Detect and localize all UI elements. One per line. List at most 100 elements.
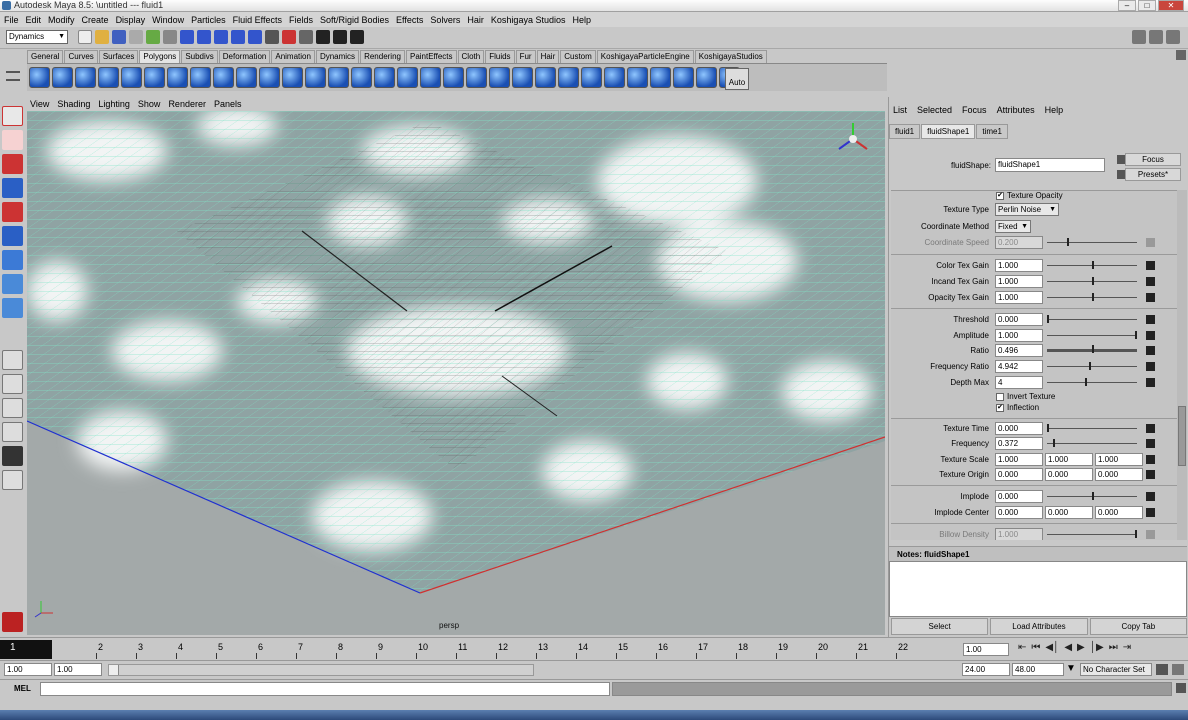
shelf-tool-icon[interactable]: [673, 67, 694, 88]
hypergraph-layout-icon[interactable]: [2, 470, 23, 490]
select-hierarchy-icon[interactable]: [129, 30, 143, 44]
hypershade-icon[interactable]: [350, 30, 364, 44]
maximize-button[interactable]: □: [1138, 0, 1156, 11]
incand-tex-gain-slider[interactable]: [1047, 277, 1137, 285]
shelf-tab-surfaces[interactable]: Surfaces: [98, 50, 139, 63]
channel-box-toggle-icon[interactable]: [1166, 30, 1180, 44]
slider-knob[interactable]: [1047, 424, 1049, 432]
texture-origin-z-field[interactable]: 0.000: [1095, 468, 1143, 481]
incand-tex-gain-field[interactable]: 1.000: [995, 275, 1043, 288]
shelf-menu-icon[interactable]: [6, 71, 20, 73]
shelf-auto-button[interactable]: Auto: [725, 68, 749, 90]
texture-scale-z-field[interactable]: 1.000: [1095, 453, 1143, 466]
chevron-down-icon[interactable]: ▼: [1066, 663, 1076, 674]
animation-preferences-icon[interactable]: [1172, 664, 1184, 675]
render-icon[interactable]: [282, 30, 296, 44]
shelf-tool-icon[interactable]: [236, 67, 257, 88]
play-backwards-icon[interactable]: ◀: [1064, 642, 1072, 653]
slider-knob[interactable]: [1067, 238, 1069, 246]
menu-fluid-effects[interactable]: Fluid Effects: [232, 15, 288, 25]
implode-center-x-field[interactable]: 0.000: [995, 506, 1043, 519]
snap-curve-icon[interactable]: [197, 30, 211, 44]
shelf-tool-icon[interactable]: [627, 67, 648, 88]
menu-display[interactable]: Display: [115, 15, 152, 25]
play-forwards-icon[interactable]: ▶: [1077, 642, 1085, 653]
tool-settings-toggle-icon[interactable]: [1149, 30, 1163, 44]
inflection-checkbox[interactable]: ✔ Inflection: [996, 403, 1039, 415]
map-button-icon[interactable]: [1146, 277, 1155, 286]
map-button-icon[interactable]: [1146, 261, 1155, 270]
texture-scale-y-field[interactable]: 1.000: [1045, 453, 1093, 466]
playback-end-field[interactable]: 24.00: [962, 663, 1010, 676]
shelf-tool-icon[interactable]: [121, 67, 142, 88]
shelf-tool-icon[interactable]: [489, 67, 510, 88]
open-scene-icon[interactable]: [95, 30, 109, 44]
shelf-tool-icon[interactable]: [443, 67, 464, 88]
viewport-menu-renderer[interactable]: Renderer: [165, 99, 211, 109]
map-button-icon[interactable]: [1146, 530, 1155, 539]
presets-button[interactable]: Presets*: [1125, 168, 1181, 181]
shelf-tool-icon[interactable]: [374, 67, 395, 88]
billow-density-slider[interactable]: [1047, 530, 1137, 538]
select-button[interactable]: Select: [891, 618, 989, 635]
current-frame-marker[interactable]: 1: [0, 640, 52, 659]
select-tool-icon[interactable]: [2, 106, 23, 126]
map-button-icon[interactable]: [1146, 455, 1155, 464]
show-manipulator-icon[interactable]: [2, 298, 23, 318]
opacity-tex-gain-field[interactable]: 1.000: [995, 291, 1043, 304]
viewport-menu-view[interactable]: View: [27, 99, 54, 109]
map-button-icon[interactable]: [1146, 424, 1155, 433]
texture-origin-x-field[interactable]: 0.000: [995, 468, 1043, 481]
shelf-options-icon[interactable]: [6, 79, 20, 81]
shelf-tool-icon[interactable]: [581, 67, 602, 88]
paint-select-icon[interactable]: [2, 154, 23, 174]
coordinate-speed-field[interactable]: 0.200: [995, 236, 1043, 249]
shelf-tool-icon[interactable]: [190, 67, 211, 88]
map-button-icon[interactable]: [1146, 293, 1155, 302]
shelf-tool-icon[interactable]: [512, 67, 533, 88]
shelf-tool-icon[interactable]: [98, 67, 119, 88]
texture-origin-y-field[interactable]: 0.000: [1045, 468, 1093, 481]
slider-knob[interactable]: [1092, 492, 1094, 500]
frequency-field[interactable]: 0.372: [995, 437, 1043, 450]
step-forward-frame-icon[interactable]: │▶: [1090, 642, 1104, 653]
menu-koshigaya-studios[interactable]: Koshigaya Studios: [490, 15, 572, 25]
ratio-slider[interactable]: [1047, 345, 1137, 353]
implode-center-y-field[interactable]: 0.000: [1045, 506, 1093, 519]
shelf-tool-icon[interactable]: [52, 67, 73, 88]
coordinate-speed-slider[interactable]: [1047, 238, 1137, 246]
implode-center-z-field[interactable]: 0.000: [1095, 506, 1143, 519]
shelf-tab-deformation[interactable]: Deformation: [218, 50, 271, 63]
move-tool-icon[interactable]: [2, 178, 23, 198]
attribute-scrollbar[interactable]: [1177, 190, 1187, 540]
shelf-tool-icon[interactable]: [397, 67, 418, 88]
viewport-menu-show[interactable]: Show: [135, 99, 166, 109]
minimize-button[interactable]: –: [1118, 0, 1136, 11]
go-to-end-icon[interactable]: ⇥: [1123, 642, 1131, 653]
frequency-ratio-slider[interactable]: [1047, 362, 1137, 370]
shelf-tool-icon[interactable]: [650, 67, 671, 88]
history-icon[interactable]: [265, 30, 279, 44]
texture-scale-x-field[interactable]: 1.000: [995, 453, 1043, 466]
shelf-tool-icon[interactable]: [535, 67, 556, 88]
go-to-start-icon[interactable]: ⇤: [1018, 642, 1026, 653]
color-tex-gain-field[interactable]: 1.000: [995, 259, 1043, 272]
map-button-icon[interactable]: [1146, 378, 1155, 387]
menu-hair[interactable]: Hair: [466, 15, 490, 25]
shelf-tool-icon[interactable]: [328, 67, 349, 88]
shelf-tool-icon[interactable]: [75, 67, 96, 88]
scrollbar-thumb[interactable]: [1178, 406, 1186, 466]
animation-start-field[interactable]: 1.00: [4, 663, 52, 676]
billow-density-field[interactable]: 1.000: [995, 528, 1043, 540]
implode-field[interactable]: 0.000: [995, 490, 1043, 503]
map-button-icon[interactable]: [1146, 508, 1155, 517]
shelf-tool-icon[interactable]: [213, 67, 234, 88]
animation-end-field[interactable]: 48.00: [1012, 663, 1064, 676]
select-component-icon[interactable]: [163, 30, 177, 44]
map-button-icon[interactable]: [1146, 346, 1155, 355]
ratio-field[interactable]: 0.496: [995, 344, 1043, 357]
make-live-icon[interactable]: [248, 30, 262, 44]
threshold-slider[interactable]: [1047, 315, 1137, 323]
menu-help[interactable]: Help: [571, 15, 597, 25]
universal-manipulator-icon[interactable]: [2, 250, 23, 270]
